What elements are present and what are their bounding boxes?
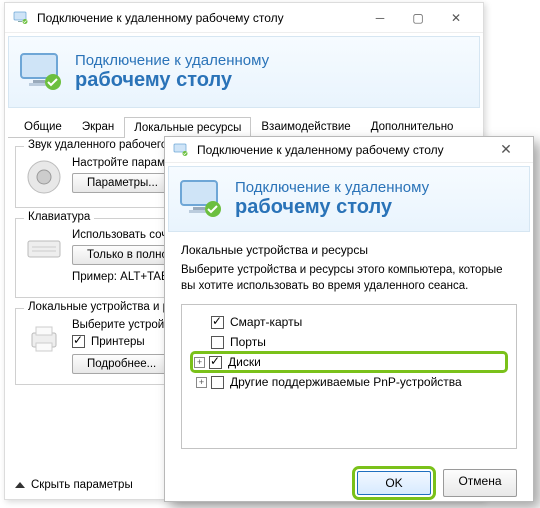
maximize-button[interactable]: ▢ xyxy=(399,5,437,31)
dialog-banner-text: Подключение к удаленному рабочему столу xyxy=(235,179,429,219)
tree-expand-button[interactable]: + xyxy=(196,377,207,388)
banner-line2: рабочему столу xyxy=(75,69,269,92)
audio-settings-button[interactable]: Параметры... xyxy=(72,173,173,193)
titlebar: Подключение к удаленному рабочему столу … xyxy=(5,3,483,33)
dialog-titlebar: Подключение к удаленному рабочему столу … xyxy=(165,137,533,163)
dialog-title: Подключение к удаленному рабочему столу xyxy=(197,143,487,157)
tree-item-drives[interactable]: + Диски xyxy=(192,353,506,371)
tab-local-resources[interactable]: Локальные ресурсы xyxy=(124,117,251,138)
dialog-body: Локальные устройства и ресурсы Выберите … xyxy=(165,235,533,457)
printers-label: Принтеры xyxy=(91,336,145,348)
tree-label: Смарт-карты xyxy=(230,315,302,329)
tree-label: Диски xyxy=(228,355,261,369)
hide-options-toggle[interactable]: Скрыть параметры xyxy=(15,479,133,491)
tree-label: Другие поддерживаемые PnP-устройства xyxy=(230,375,462,389)
rdp-banner-icon xyxy=(177,175,225,223)
tree-expand-placeholder xyxy=(196,337,207,348)
tab-display[interactable]: Экран xyxy=(72,116,124,137)
devices-more-button[interactable]: Подробнее... xyxy=(72,354,171,374)
cancel-button[interactable]: Отмена xyxy=(443,469,517,497)
drives-checkbox[interactable] xyxy=(209,356,222,369)
minimize-button[interactable]: ─ xyxy=(361,5,399,31)
tab-general[interactable]: Общие xyxy=(14,116,72,137)
window-title: Подключение к удаленному рабочему столу xyxy=(37,11,361,25)
chevron-up-icon xyxy=(15,482,25,488)
rdp-app-icon xyxy=(173,142,189,158)
tree-label: Порты xyxy=(230,335,266,349)
tree-item-pnp[interactable]: + Другие поддерживаемые PnP-устройства xyxy=(192,373,506,391)
dialog-banner: Подключение к удаленному рабочему столу xyxy=(168,166,530,232)
dialog-instruction: Выберите устройства и ресурсы этого комп… xyxy=(181,263,517,294)
tree-item-ports[interactable]: Порты xyxy=(192,333,506,351)
rdp-app-icon xyxy=(13,10,29,26)
tab-bar: Общие Экран Локальные ресурсы Взаимодейс… xyxy=(8,112,480,138)
resources-tree[interactable]: Смарт-карты Порты + Диски + Другие подде… xyxy=(181,304,517,449)
ok-highlight: OK xyxy=(355,469,433,497)
dialog-section-heading: Локальные устройства и ресурсы xyxy=(181,243,517,257)
tab-advanced[interactable]: Дополнительно xyxy=(361,116,464,137)
group-keyboard-title: Клавиатура xyxy=(24,211,94,223)
tree-expand-placeholder xyxy=(196,317,207,328)
dialog-close-button[interactable]: ✕ xyxy=(487,137,525,163)
tab-experience[interactable]: Взаимодействие xyxy=(251,116,360,137)
dialog-banner-line1: Подключение к удаленному xyxy=(235,179,429,196)
tree-expand-button[interactable]: + xyxy=(194,357,205,368)
tree-item-smartcards[interactable]: Смарт-карты xyxy=(192,313,506,331)
dialog-banner-line2: рабочему столу xyxy=(235,196,429,219)
pnp-checkbox[interactable] xyxy=(211,376,224,389)
hide-options-label: Скрыть параметры xyxy=(31,479,133,491)
close-button[interactable]: ✕ xyxy=(437,5,475,31)
printer-icon xyxy=(24,319,64,359)
speaker-icon xyxy=(24,157,64,197)
smartcards-checkbox[interactable] xyxy=(211,316,224,329)
dialog-button-row: OK Отмена xyxy=(165,457,533,497)
banner-line1: Подключение к удаленному xyxy=(75,52,269,69)
banner-text: Подключение к удаленному рабочему столу xyxy=(75,52,269,92)
keyboard-icon xyxy=(24,229,64,269)
ok-button[interactable]: OK xyxy=(357,471,431,495)
rdp-banner-icon xyxy=(17,48,65,96)
ports-checkbox[interactable] xyxy=(211,336,224,349)
rdp-local-resources-dialog: Подключение к удаленному рабочему столу … xyxy=(164,136,534,502)
header-banner: Подключение к удаленному рабочему столу xyxy=(8,36,480,108)
